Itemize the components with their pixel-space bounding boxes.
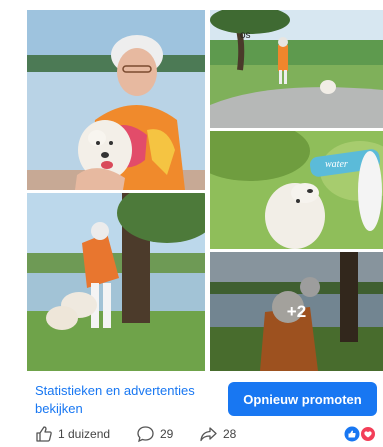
- comment-count: 29: [160, 427, 174, 441]
- svg-text:water: water: [325, 159, 348, 170]
- share-icon: [199, 425, 218, 443]
- photo-dog-drinking[interactable]: water: [210, 131, 383, 249]
- like-count: 1 duizend: [58, 427, 111, 441]
- photo-path-with-dog[interactable]: os: [210, 10, 383, 128]
- share-count: 28: [223, 427, 237, 441]
- photo-woman-tree[interactable]: [27, 193, 205, 371]
- comment-action[interactable]: 29: [136, 425, 173, 443]
- promote-again-button[interactable]: Opnieuw promoten: [228, 382, 377, 416]
- share-action[interactable]: 28: [199, 425, 236, 443]
- love-reaction-icon: [360, 426, 376, 442]
- like-action[interactable]: 1 duizend: [35, 425, 110, 443]
- more-photos-count[interactable]: +2: [210, 252, 383, 371]
- comment-icon: [136, 425, 155, 443]
- like-reaction-icon: [344, 426, 360, 442]
- photo-caption: os: [240, 30, 251, 41]
- photo-more-overlay[interactable]: +2: [210, 252, 383, 371]
- photo-woman-with-dog[interactable]: [27, 10, 205, 190]
- reaction-icons[interactable]: [344, 426, 378, 442]
- stats-ads-link[interactable]: Statistieken en advertenties bekijken: [35, 382, 195, 418]
- thumbs-up-icon: [35, 425, 53, 443]
